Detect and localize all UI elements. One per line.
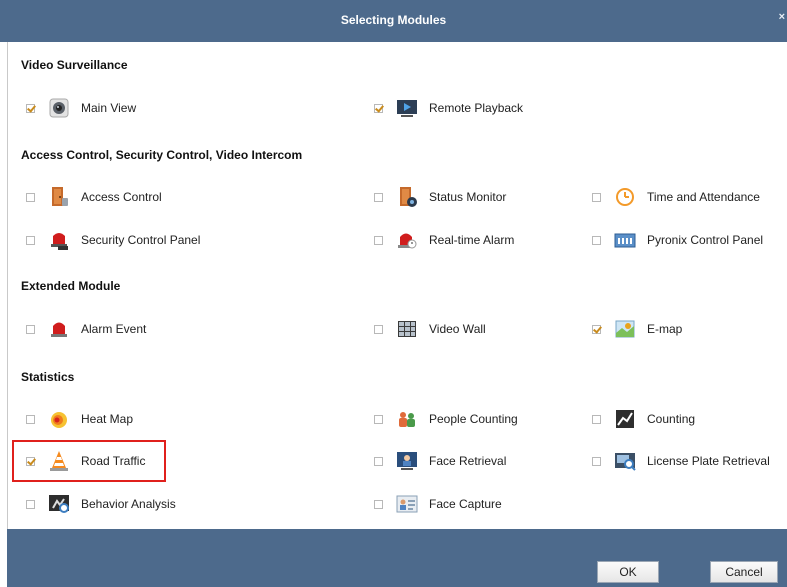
module-label: Behavior Analysis	[81, 497, 176, 511]
module-remote-playback[interactable]: Remote Playback	[374, 96, 523, 120]
module-face-retrieval[interactable]: Face Retrieval	[374, 449, 506, 473]
module-label: Real-time Alarm	[429, 233, 515, 247]
title-bar: Selecting Modules ×	[0, 0, 787, 42]
module-alarm-event[interactable]: Alarm Event	[26, 317, 146, 341]
checkbox-counting[interactable]	[592, 414, 601, 424]
checkbox-people-counting[interactable]	[374, 414, 383, 424]
checkbox-heat-map[interactable]	[26, 414, 35, 424]
module-counting[interactable]: Counting	[592, 407, 695, 431]
module-label: License Plate Retrieval	[647, 454, 770, 468]
door-status-icon	[396, 186, 418, 208]
checkbox-access-control[interactable]	[26, 192, 35, 202]
checkbox-face-retrieval[interactable]	[374, 456, 383, 466]
section-title-access-control: Access Control, Security Control, Video …	[21, 148, 303, 162]
module-label: Status Monitor	[429, 190, 507, 204]
counting-icon	[614, 408, 636, 430]
checkbox-video-wall[interactable]	[374, 324, 383, 334]
people-counting-icon	[396, 408, 418, 430]
module-label: Alarm Event	[81, 322, 147, 336]
road-traffic-highlight-box	[12, 440, 166, 482]
siren-panel-icon	[48, 229, 70, 251]
module-access-control[interactable]: Access Control	[26, 185, 162, 209]
module-people-counting[interactable]: People Counting	[374, 407, 518, 431]
module-label: Access Control	[81, 190, 162, 204]
cancel-button[interactable]: Cancel	[710, 561, 778, 583]
checkbox-real-time-alarm[interactable]	[374, 235, 383, 245]
clock-icon	[614, 186, 636, 208]
module-label: Video Wall	[429, 322, 486, 336]
module-e-map[interactable]: E-map	[592, 317, 682, 341]
module-label: Face Capture	[429, 497, 502, 511]
checkbox-alarm-event[interactable]	[26, 324, 35, 334]
selecting-modules-dialog: Selecting Modules × Video Surveillance M…	[0, 0, 787, 587]
module-label: E-map	[647, 322, 683, 336]
section-title-video-surveillance: Video Surveillance	[21, 58, 128, 72]
module-status-monitor[interactable]: Status Monitor	[374, 185, 506, 209]
module-heat-map[interactable]: Heat Map	[26, 407, 133, 431]
module-label: Heat Map	[81, 412, 134, 426]
module-label: People Counting	[429, 412, 518, 426]
module-face-capture[interactable]: Face Capture	[374, 492, 502, 516]
video-wall-icon	[396, 318, 418, 340]
ok-button[interactable]: OK	[597, 561, 659, 583]
module-license-plate-retrieval[interactable]: License Plate Retrieval	[592, 449, 770, 473]
module-label: Remote Playback	[429, 101, 524, 115]
checkbox-security-control-panel[interactable]	[26, 235, 35, 245]
module-security-control-panel[interactable]: Security Control Panel	[26, 228, 200, 252]
module-label: Counting	[647, 412, 696, 426]
behavior-analysis-icon	[48, 493, 70, 515]
alarm-icon	[396, 229, 418, 251]
license-plate-icon	[614, 450, 636, 472]
camera-icon	[48, 97, 70, 119]
dialog-footer	[7, 529, 787, 587]
module-label: Face Retrieval	[429, 454, 507, 468]
module-behavior-analysis[interactable]: Behavior Analysis	[26, 492, 176, 516]
module-pyronix-control-panel[interactable]: Pyronix Control Panel	[592, 228, 763, 252]
module-label: Time and Attendance	[647, 190, 760, 204]
emap-icon	[614, 318, 636, 340]
checkbox-pyronix-control-panel[interactable]	[592, 235, 601, 245]
checkbox-behavior-analysis[interactable]	[26, 499, 35, 509]
face-retrieval-icon	[396, 450, 418, 472]
checkbox-e-map[interactable]	[592, 324, 601, 334]
checkbox-status-monitor[interactable]	[374, 192, 383, 202]
door-icon	[48, 186, 70, 208]
module-label: Pyronix Control Panel	[647, 233, 764, 247]
module-real-time-alarm[interactable]: Real-time Alarm	[374, 228, 514, 252]
module-label: Main View	[81, 101, 137, 115]
checkbox-time-and-attendance[interactable]	[592, 192, 601, 202]
checkbox-face-capture[interactable]	[374, 499, 383, 509]
control-panel-icon	[614, 229, 636, 251]
section-title-extended-module: Extended Module	[21, 279, 121, 293]
module-main-view[interactable]: Main View	[26, 96, 136, 120]
checkbox-license-plate-retrieval[interactable]	[592, 456, 601, 466]
face-capture-icon	[396, 493, 418, 515]
playback-icon	[396, 97, 418, 119]
section-title-statistics: Statistics	[21, 370, 75, 384]
module-video-wall[interactable]: Video Wall	[374, 317, 486, 341]
module-time-and-attendance[interactable]: Time and Attendance	[592, 185, 760, 209]
siren-icon	[48, 318, 70, 340]
checkbox-remote-playback[interactable]	[374, 103, 383, 113]
module-label: Security Control Panel	[81, 233, 201, 247]
close-icon[interactable]: ×	[779, 11, 785, 23]
heat-map-icon	[48, 408, 70, 430]
dialog-title: Selecting Modules	[340, 13, 447, 27]
checkbox-main-view[interactable]	[26, 103, 35, 113]
